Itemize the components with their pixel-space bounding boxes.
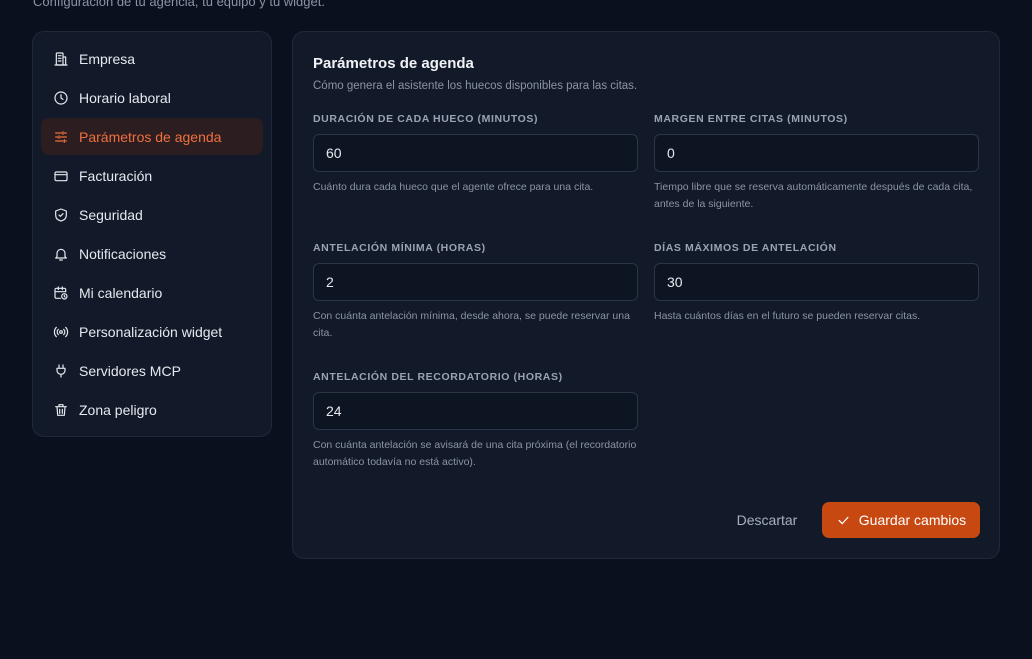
- panel-title: Parámetros de agenda: [313, 55, 474, 72]
- page-subtitle: Configuración de tu agencia, tu equipo y…: [33, 0, 325, 9]
- clock-icon: [53, 90, 69, 106]
- sidebar-item-label: Personalización widget: [79, 323, 223, 340]
- field-help: Tiempo libre que se reserva automáticame…: [654, 181, 973, 210]
- sidebar-item-label: Facturación: [79, 167, 153, 184]
- radio-icon: [53, 324, 69, 340]
- field-label: ANTELACIÓN MÍNIMA (HORAS): [313, 242, 486, 254]
- shield-check-icon: [53, 207, 69, 223]
- sliders-icon: [53, 129, 69, 145]
- min-notice-field: ANTELACIÓN MÍNIMA (HORAS) Con cuánta ant…: [313, 242, 638, 342]
- credit-card-icon: [53, 168, 69, 184]
- slot-duration-input[interactable]: [313, 134, 638, 172]
- sidebar-item-horario-laboral[interactable]: Horario laboral: [41, 79, 263, 116]
- sidebar-item-label: Empresa: [79, 50, 136, 67]
- sidebar-item-label: Parámetros de agenda: [79, 128, 222, 145]
- panel-description: Cómo genera el asistente los huecos disp…: [313, 80, 638, 92]
- sidebar-item-notificaciones[interactable]: Notificaciones: [41, 235, 263, 272]
- sidebar-item-label: Notificaciones: [79, 245, 167, 262]
- save-button[interactable]: Guardar cambios: [822, 502, 980, 538]
- buffer-field: MARGEN ENTRE CITAS (MINUTOS) Tiempo libr…: [654, 113, 979, 213]
- sidebar-item-seguridad[interactable]: Seguridad: [41, 196, 263, 233]
- min-notice-input[interactable]: [313, 263, 638, 301]
- sidebar-item-label: Zona peligro: [79, 401, 157, 418]
- field-label: MARGEN ENTRE CITAS (MINUTOS): [654, 113, 848, 125]
- bell-icon: [53, 246, 69, 262]
- sidebar-item-label: Seguridad: [79, 206, 143, 223]
- field-help: Con cuánta antelación mínima, desde ahor…: [313, 310, 630, 339]
- reminder-field: ANTELACIÓN DEL RECORDATORIO (HORAS) Con …: [313, 371, 638, 471]
- field-label: DÍAS MÁXIMOS DE ANTELACIÓN: [654, 242, 837, 254]
- check-icon: [836, 513, 851, 528]
- sidebar-item-label: Horario laboral: [79, 89, 171, 106]
- field-label: ANTELACIÓN DEL RECORDATORIO (HORAS): [313, 371, 563, 383]
- max-days-input[interactable]: [654, 263, 979, 301]
- buffer-input[interactable]: [654, 134, 979, 172]
- discard-button[interactable]: Descartar: [729, 502, 805, 538]
- sidebar-item-empresa[interactable]: Empresa: [41, 40, 263, 77]
- sidebar-item-zona-peligro[interactable]: Zona peligro: [41, 391, 263, 428]
- field-help: Con cuánta antelación se avisará de una …: [313, 439, 637, 468]
- max-days-field: DÍAS MÁXIMOS DE ANTELACIÓN Hasta cuántos…: [654, 242, 979, 325]
- sidebar-item-facturacion[interactable]: Facturación: [41, 157, 263, 194]
- building-icon: [53, 51, 69, 67]
- sidebar-item-servidores-mcp[interactable]: Servidores MCP: [41, 352, 263, 389]
- settings-sidebar: Empresa Horario laboral Parámetros de ag…: [32, 31, 272, 437]
- sidebar-item-label: Mi calendario: [79, 284, 163, 301]
- plug-icon: [53, 363, 69, 379]
- trash-icon: [53, 402, 69, 418]
- sidebar-item-label: Servidores MCP: [79, 362, 181, 379]
- save-button-label: Guardar cambios: [858, 512, 967, 528]
- sidebar-item-personalizacion-widget[interactable]: Personalización widget: [41, 313, 263, 350]
- sidebar-item-mi-calendario[interactable]: Mi calendario: [41, 274, 263, 311]
- calendar-clock-icon: [53, 285, 69, 301]
- field-help: Hasta cuántos días en el futuro se puede…: [654, 310, 921, 322]
- reminder-input[interactable]: [313, 392, 638, 430]
- sidebar-item-parametros-agenda[interactable]: Parámetros de agenda: [41, 118, 263, 155]
- field-label: DURACIÓN DE CADA HUECO (MINUTOS): [313, 113, 539, 125]
- agenda-settings-panel: Parámetros de agenda Cómo genera el asis…: [292, 31, 1000, 559]
- slot-duration-field: DURACIÓN DE CADA HUECO (MINUTOS) Cuánto …: [313, 113, 638, 196]
- field-help: Cuánto dura cada hueco que el agente ofr…: [313, 181, 594, 193]
